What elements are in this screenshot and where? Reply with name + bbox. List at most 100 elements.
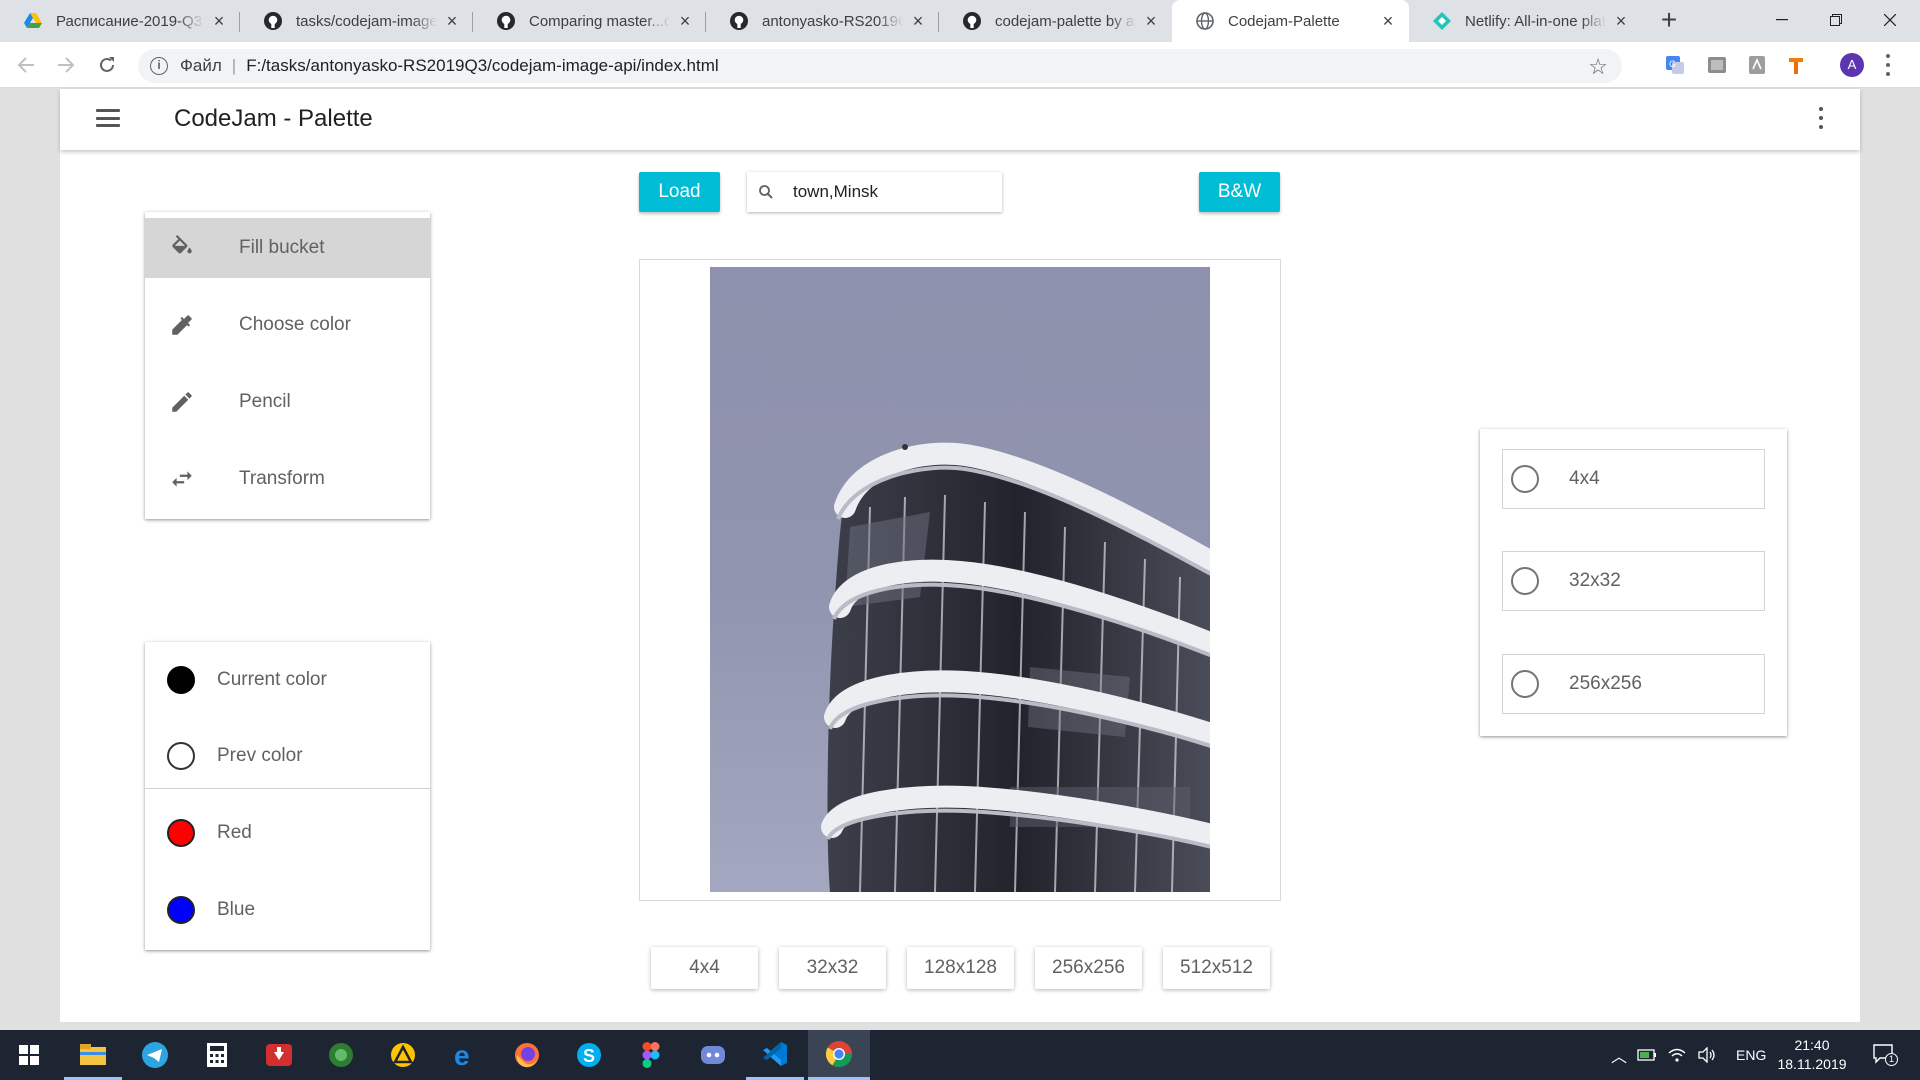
forward-button[interactable] xyxy=(52,51,80,79)
page-viewport: CodeJam - Palette Fill bucket Choose col… xyxy=(0,89,1920,1030)
pencil-icon xyxy=(167,387,197,417)
extension-icon[interactable] xyxy=(1706,54,1728,76)
new-tab-button[interactable]: + xyxy=(1654,6,1684,36)
radio-button[interactable] xyxy=(1511,670,1539,698)
fill-bucket-icon xyxy=(167,233,197,263)
language-indicator[interactable]: ENG xyxy=(1736,1047,1766,1063)
firefox-icon[interactable] xyxy=(498,1030,556,1080)
svg-text:G: G xyxy=(1669,59,1676,69)
translate-extension-icon[interactable]: G xyxy=(1664,54,1686,76)
chevron-up-icon[interactable]: ︿ xyxy=(1606,1043,1632,1067)
restore-window-button[interactable] xyxy=(1806,0,1866,40)
tool-choose-color[interactable]: Choose color xyxy=(145,295,430,355)
hamburger-menu-icon[interactable] xyxy=(96,109,120,127)
github-icon xyxy=(497,12,515,30)
address-bar[interactable]: i Файл | F:/tasks/antonyasko-RS2019Q3/co… xyxy=(138,49,1622,83)
github-icon xyxy=(963,12,981,30)
browser-tab[interactable]: Comparing master...codejam × xyxy=(473,0,706,42)
browser-tab[interactable]: Расписание-2019-Q3 × xyxy=(0,0,240,42)
canvas-frame xyxy=(639,259,1281,901)
more-options-icon[interactable] xyxy=(1818,107,1824,129)
back-button[interactable] xyxy=(12,51,40,79)
browser-toolbar: i Файл | F:/tasks/antonyasko-RS2019Q3/co… xyxy=(0,42,1920,88)
profile-avatar[interactable]: A xyxy=(1840,53,1864,77)
size-button-256x256[interactable]: 256x256 xyxy=(1035,947,1142,989)
prev-color-item[interactable]: Prev color xyxy=(145,725,430,787)
notification-center-icon[interactable]: 1 xyxy=(1872,1042,1898,1066)
warning-app-icon[interactable] xyxy=(374,1030,432,1080)
tool-pencil[interactable]: Pencil xyxy=(145,372,430,432)
calculator-icon[interactable] xyxy=(188,1030,246,1080)
chrome-icon[interactable] xyxy=(808,1030,870,1080)
tool-fill-bucket[interactable]: Fill bucket xyxy=(145,218,430,278)
notification-badge: 1 xyxy=(1885,1053,1898,1066)
pdf-extension-icon[interactable] xyxy=(1746,54,1768,76)
close-tab-icon[interactable]: × xyxy=(210,12,228,30)
info-icon[interactable]: i xyxy=(150,57,168,75)
edge-icon[interactable]: e xyxy=(436,1030,494,1080)
radio-label: 256x256 xyxy=(1569,673,1642,694)
taskbar-clock[interactable]: 21:40 18.11.2019 xyxy=(1768,1036,1856,1074)
browser-tab[interactable]: Netlify: All-in-one platform × xyxy=(1409,0,1642,42)
radio-option-256x256[interactable]: 256x256 xyxy=(1502,654,1765,714)
current-color-item[interactable]: Current color xyxy=(145,649,430,711)
discord-icon[interactable] xyxy=(684,1030,742,1080)
search-icon xyxy=(759,185,773,199)
blue-color-item[interactable]: Blue xyxy=(145,879,430,941)
reload-button[interactable] xyxy=(93,51,121,79)
bookmark-star-icon[interactable]: ☆ xyxy=(1588,54,1608,80)
separator: | xyxy=(231,56,237,75)
browser-tab[interactable]: tasks/codejam-image-api × xyxy=(240,0,473,42)
close-tab-icon[interactable]: × xyxy=(909,12,927,30)
close-tab-icon[interactable]: × xyxy=(443,12,461,30)
browser-tab[interactable]: codejam-palette by antonyasko × xyxy=(939,0,1172,42)
battery-icon[interactable] xyxy=(1632,1049,1662,1061)
color-label: Current color xyxy=(217,669,327,690)
search-input[interactable] xyxy=(793,182,983,202)
skype-icon[interactable]: S xyxy=(560,1030,618,1080)
close-tab-icon[interactable]: × xyxy=(1142,12,1160,30)
file-explorer-icon[interactable] xyxy=(64,1030,122,1080)
browser-tab[interactable]: antonyasko-RS2019Q3 × xyxy=(706,0,939,42)
vscode-icon[interactable] xyxy=(746,1030,804,1080)
color-label: Red xyxy=(217,822,252,843)
search-field[interactable] xyxy=(747,172,1002,212)
current-color-swatch xyxy=(167,666,195,694)
canvas[interactable] xyxy=(710,267,1210,892)
browser-tab-active[interactable]: Codejam-Palette × xyxy=(1172,0,1409,42)
radio-label: 4x4 xyxy=(1569,468,1600,489)
tool-transform[interactable]: Transform xyxy=(145,449,430,509)
radio-option-32x32[interactable]: 32x32 xyxy=(1502,551,1765,611)
prev-color-swatch xyxy=(167,742,195,770)
globe-icon xyxy=(1196,12,1214,30)
radio-option-4x4[interactable]: 4x4 xyxy=(1502,449,1765,509)
volume-icon[interactable] xyxy=(1692,1047,1722,1063)
windows-start-icon[interactable] xyxy=(0,1030,58,1080)
close-tab-icon[interactable]: × xyxy=(1379,12,1397,30)
tab-title: Netlify: All-in-one platform xyxy=(1465,12,1606,30)
divider xyxy=(145,788,430,789)
close-tab-icon[interactable]: × xyxy=(676,12,694,30)
app-container: CodeJam - Palette Fill bucket Choose col… xyxy=(60,89,1860,1022)
browser-menu-icon[interactable] xyxy=(1884,54,1892,76)
download-manager-icon[interactable] xyxy=(250,1030,308,1080)
close-window-button[interactable] xyxy=(1860,0,1920,40)
figma-icon[interactable] xyxy=(622,1030,680,1080)
size-button-512x512[interactable]: 512x512 xyxy=(1163,947,1270,989)
minimize-window-button[interactable] xyxy=(1752,0,1812,40)
bw-button[interactable]: B&W xyxy=(1199,172,1280,212)
close-tab-icon[interactable]: × xyxy=(1612,12,1630,30)
shield-app-icon[interactable] xyxy=(312,1030,370,1080)
radio-button[interactable] xyxy=(1511,567,1539,595)
telegram-icon[interactable] xyxy=(126,1030,184,1080)
size-button-128x128[interactable]: 128x128 xyxy=(907,947,1014,989)
eyedropper-icon xyxy=(167,310,197,340)
radio-button[interactable] xyxy=(1511,465,1539,493)
size-button-4x4[interactable]: 4x4 xyxy=(651,947,758,989)
tab-title: Comparing master...codejam xyxy=(529,12,670,30)
red-color-item[interactable]: Red xyxy=(145,802,430,864)
tools-extension-icon[interactable] xyxy=(1786,54,1808,76)
load-button[interactable]: Load xyxy=(639,172,720,212)
size-button-32x32[interactable]: 32x32 xyxy=(779,947,886,989)
wifi-icon[interactable] xyxy=(1662,1047,1692,1063)
